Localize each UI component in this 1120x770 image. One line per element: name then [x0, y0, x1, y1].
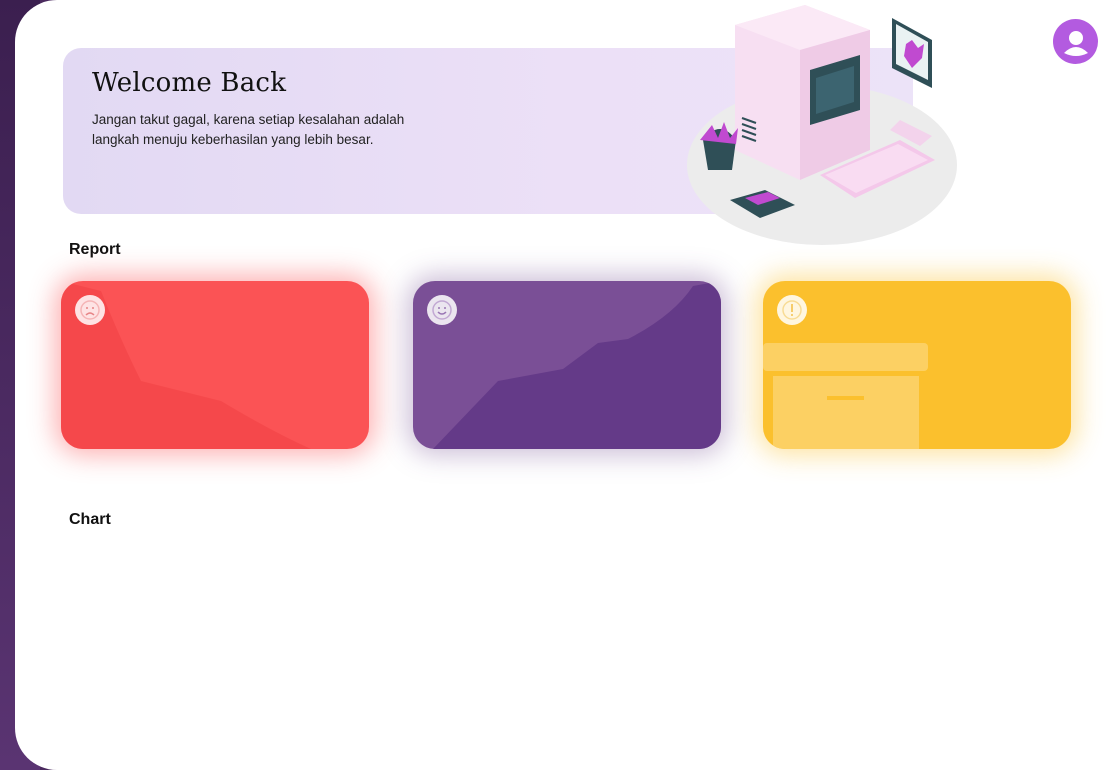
report-card-red[interactable]	[61, 281, 369, 449]
sad-face-icon	[75, 295, 105, 325]
smile-face-icon	[427, 295, 457, 325]
chart-area	[69, 545, 1079, 755]
main-panel: Welcome Back Jangan takut gagal, karena …	[15, 0, 1120, 770]
report-card-yellow[interactable]	[763, 281, 1071, 449]
card-wave-decoration	[61, 281, 311, 449]
alert-icon	[777, 295, 807, 325]
card-wave-decoration	[433, 281, 721, 449]
avatar[interactable]	[1053, 19, 1098, 64]
welcome-subtitle: Jangan takut gagal, karena setiap kesala…	[92, 112, 405, 147]
report-section-title: Report	[69, 241, 121, 258]
computer-illustration	[687, 5, 957, 245]
user-icon	[1063, 30, 1088, 56]
chart-section-title: Chart	[69, 511, 111, 528]
report-card-purple[interactable]	[413, 281, 721, 449]
card-box-decoration	[763, 343, 928, 449]
welcome-title: Welcome Back	[92, 68, 287, 98]
